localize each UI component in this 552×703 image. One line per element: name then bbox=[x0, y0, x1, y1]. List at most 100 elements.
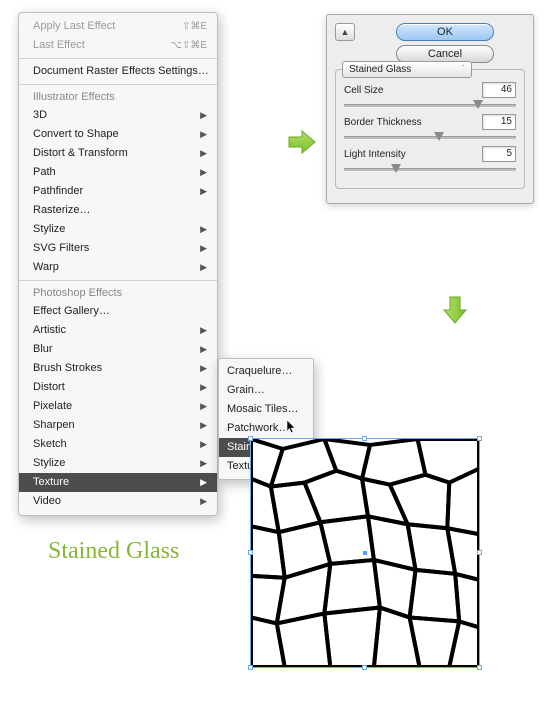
label: Distort bbox=[33, 380, 65, 395]
control-value[interactable]: 5 bbox=[482, 146, 516, 162]
chevron-right-icon: ▶ bbox=[200, 323, 207, 338]
slider[interactable] bbox=[344, 100, 516, 110]
menu-item-raster-settings[interactable]: Document Raster Effects Settings… bbox=[19, 62, 217, 81]
triangle-up-icon: ▲ bbox=[341, 27, 350, 37]
chevron-right-icon: ▶ bbox=[200, 127, 207, 142]
slider-knob[interactable] bbox=[391, 164, 401, 173]
submenu-item[interactable]: Mosaic Tiles… bbox=[219, 400, 313, 419]
control-value[interactable]: 46 bbox=[482, 82, 516, 98]
resize-handle[interactable] bbox=[362, 665, 367, 670]
slider-knob[interactable] bbox=[473, 100, 483, 109]
label: Brush Strokes bbox=[33, 361, 102, 376]
menu-item[interactable]: 3D▶ bbox=[19, 106, 217, 125]
label: Stylize bbox=[33, 456, 65, 471]
label: Sketch bbox=[33, 437, 67, 452]
control-label: Border Thickness bbox=[344, 117, 422, 128]
effect-select[interactable]: Stained Glass bbox=[342, 61, 472, 78]
page-title: Stained Glass bbox=[48, 538, 179, 565]
menu-item[interactable]: Sharpen ▶ bbox=[19, 416, 217, 435]
label: Grain… bbox=[227, 383, 265, 398]
menu-item[interactable]: Brush Strokes ▶ bbox=[19, 359, 217, 378]
chevron-right-icon: ▶ bbox=[200, 260, 207, 275]
slider-knob[interactable] bbox=[434, 132, 444, 141]
label: Path bbox=[33, 165, 56, 180]
chevron-right-icon: ▶ bbox=[200, 146, 207, 161]
chevron-right-icon: ▶ bbox=[200, 437, 207, 452]
resize-handle[interactable] bbox=[248, 665, 253, 670]
submenu-item[interactable]: Craquelure… bbox=[219, 362, 313, 381]
arrow-right-icon bbox=[286, 126, 318, 158]
effects-menu: Apply Last Effect ⇧⌘E Last Effect ⌥⇧⌘E D… bbox=[18, 12, 218, 516]
label: Artistic bbox=[33, 323, 66, 338]
menu-item[interactable]: Distort & Transform▶ bbox=[19, 144, 217, 163]
shortcut: ⌥⇧⌘E bbox=[170, 38, 207, 53]
stained-glass-dialog: ▲ OK Cancel Stained Glass Cell Size 46 B… bbox=[326, 14, 534, 204]
control-label: Light Intensity bbox=[344, 149, 406, 160]
menu-item[interactable]: Path ▶ bbox=[19, 163, 217, 182]
label: Effect Gallery… bbox=[33, 304, 110, 319]
label: Rasterize… bbox=[33, 203, 90, 218]
resize-handle[interactable] bbox=[362, 436, 367, 441]
menu-item[interactable]: Blur▶ bbox=[19, 340, 217, 359]
menu-item[interactable]: Pixelate▶ bbox=[19, 397, 217, 416]
control-value[interactable]: 15 bbox=[482, 114, 516, 130]
label: Sharpen bbox=[33, 418, 75, 433]
label: Last Effect bbox=[33, 38, 85, 53]
slider[interactable] bbox=[344, 164, 516, 174]
resize-handle[interactable] bbox=[477, 436, 482, 441]
label: 3D bbox=[33, 108, 47, 123]
menu-item[interactable]: SVG Filters▶ bbox=[19, 239, 217, 258]
resize-handle[interactable] bbox=[248, 550, 253, 555]
chevron-right-icon: ▶ bbox=[200, 222, 207, 237]
menu-item-apply-last: Apply Last Effect ⇧⌘E bbox=[19, 17, 217, 36]
menu-item[interactable]: Rasterize… bbox=[19, 201, 217, 220]
label: Pathfinder bbox=[33, 184, 83, 199]
chevron-right-icon: ▶ bbox=[200, 184, 207, 199]
menu-item-last-effect: Last Effect ⌥⇧⌘E bbox=[19, 36, 217, 55]
dialog-group: Stained Glass Cell Size 46 Border Thickn… bbox=[335, 69, 525, 189]
chevron-right-icon: ▶ bbox=[200, 494, 207, 509]
label: SVG Filters bbox=[33, 241, 89, 256]
stained-glass-preview[interactable] bbox=[250, 438, 480, 668]
control-label: Cell Size bbox=[344, 85, 383, 96]
menu-item[interactable]: Stylize ▶ bbox=[19, 454, 217, 473]
label: Video bbox=[33, 494, 61, 509]
resize-handle[interactable] bbox=[477, 550, 482, 555]
separator bbox=[19, 280, 217, 281]
arrow-down-icon bbox=[439, 294, 471, 326]
chevron-right-icon: ▶ bbox=[200, 361, 207, 376]
control-row: Light Intensity 5 bbox=[344, 146, 516, 162]
menu-item[interactable]: Warp ▶ bbox=[19, 258, 217, 277]
shortcut: ⇧⌘E bbox=[182, 19, 207, 34]
chevron-right-icon: ▶ bbox=[200, 342, 207, 357]
resize-handle[interactable] bbox=[248, 436, 253, 441]
menu-item[interactable]: Texture ▶ bbox=[19, 473, 217, 492]
chevron-right-icon: ▶ bbox=[200, 418, 207, 433]
chevron-right-icon: ▶ bbox=[200, 456, 207, 471]
ok-button[interactable]: OK bbox=[396, 23, 494, 41]
menu-item[interactable]: Video ▶ bbox=[19, 492, 217, 511]
label: Stylize bbox=[33, 222, 65, 237]
label: Mosaic Tiles… bbox=[227, 402, 299, 417]
menu-item[interactable]: Convert to Shape▶ bbox=[19, 125, 217, 144]
chevron-right-icon: ▶ bbox=[200, 399, 207, 414]
menu-item[interactable]: Stylize ▶ bbox=[19, 220, 217, 239]
separator bbox=[19, 84, 217, 85]
chevron-right-icon: ▶ bbox=[200, 475, 207, 490]
resize-handle[interactable] bbox=[477, 665, 482, 670]
label: Document Raster Effects Settings… bbox=[33, 64, 209, 79]
menu-item-effect-gallery[interactable]: Effect Gallery… bbox=[19, 302, 217, 321]
chevron-right-icon: ▶ bbox=[200, 165, 207, 180]
collapse-button[interactable]: ▲ bbox=[335, 23, 355, 41]
separator bbox=[19, 58, 217, 59]
submenu-item[interactable]: Grain… bbox=[219, 381, 313, 400]
label: Texture bbox=[33, 475, 69, 490]
submenu-item[interactable]: Patchwork… bbox=[219, 419, 313, 438]
menu-item[interactable]: Distort▶ bbox=[19, 378, 217, 397]
menu-item[interactable]: Pathfinder ▶ bbox=[19, 182, 217, 201]
label: Warp bbox=[33, 260, 59, 275]
menu-header-photoshop: Photoshop Effects bbox=[19, 284, 217, 302]
menu-item[interactable]: Sketch ▶ bbox=[19, 435, 217, 454]
slider[interactable] bbox=[344, 132, 516, 142]
menu-item[interactable]: Artistic ▶ bbox=[19, 321, 217, 340]
